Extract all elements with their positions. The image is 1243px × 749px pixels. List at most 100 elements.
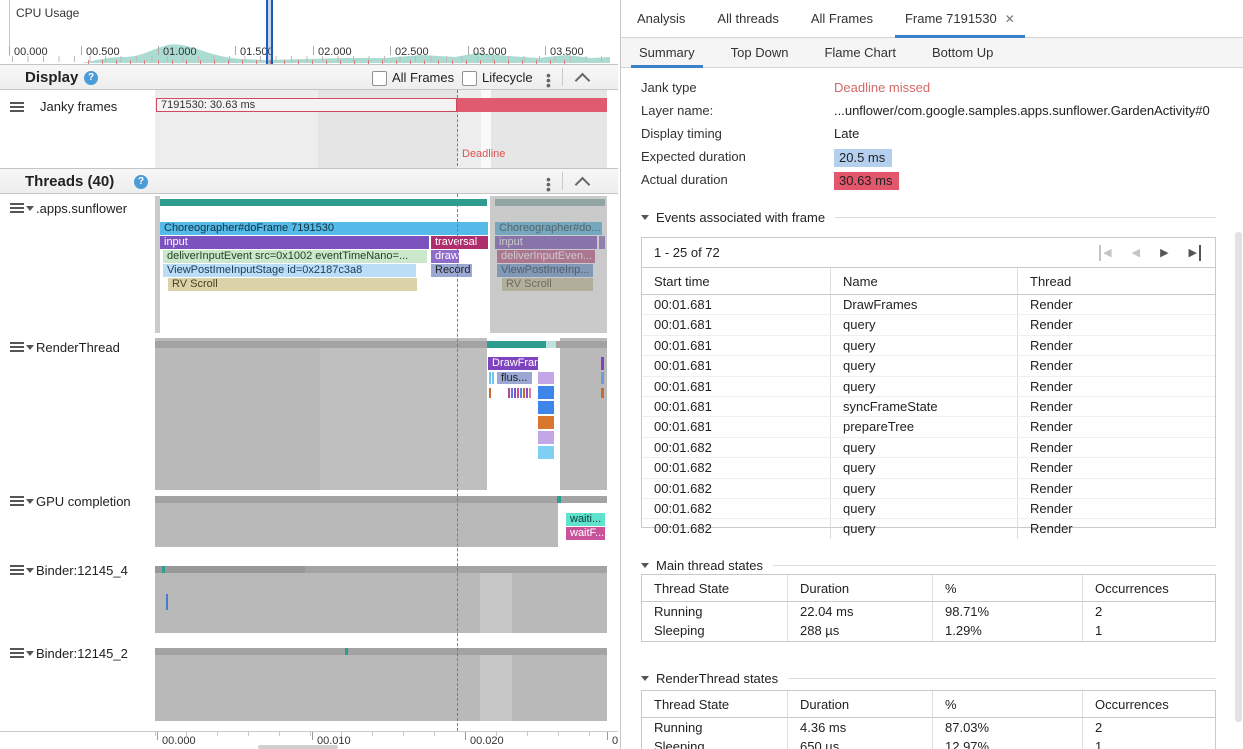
- trace-event-fragment[interactable]: [517, 388, 519, 398]
- collapse-triangle-icon[interactable]: [641, 563, 649, 568]
- trace-event-deliver-input[interactable]: deliverInputEvent src=0x1002 eventTimeNa…: [163, 250, 427, 263]
- table-row[interactable]: 00:01.682queryRender: [642, 437, 1215, 457]
- thread-tracks-canvas[interactable]: Choreographer#doFrame 7191530 input trav…: [155, 194, 607, 731]
- trace-event-fragment[interactable]: [526, 388, 528, 398]
- collapse-triangle-icon[interactable]: [641, 676, 649, 681]
- trace-event-fragment[interactable]: [520, 388, 522, 398]
- thread-label-binder-2[interactable]: Binder:12145_2: [36, 646, 128, 661]
- thread-label-renderthread[interactable]: RenderThread: [36, 340, 120, 355]
- trace-event-fragment[interactable]: [489, 372, 491, 384]
- trace-event-fragment[interactable]: [489, 388, 491, 398]
- trace-event-waiting[interactable]: waiti...: [566, 513, 605, 526]
- last-page-icon[interactable]: ▶: [1189, 245, 1201, 261]
- trace-event-rv-scroll[interactable]: RV Scroll: [168, 278, 417, 291]
- trace-event-block[interactable]: [538, 401, 554, 414]
- expand-caret-icon[interactable]: [26, 345, 34, 350]
- trace-event-waitfence[interactable]: waitF...: [566, 527, 605, 540]
- threads-kebab-menu-icon[interactable]: [546, 177, 550, 193]
- janky-frame-bar[interactable]: 7191530: 30.63 ms: [156, 98, 457, 112]
- thread-label-sunflower[interactable]: .apps.sunflower: [36, 201, 127, 216]
- trace-event-block[interactable]: [538, 386, 554, 399]
- drag-handle-icon[interactable]: [10, 203, 24, 213]
- tab-frame-7191530[interactable]: Frame 7191530✕: [889, 0, 1031, 38]
- trace-event-fragment[interactable]: [508, 388, 510, 398]
- vertical-scrollbar[interactable]: [1235, 232, 1242, 722]
- trace-event-record[interactable]: Record ...: [431, 264, 472, 277]
- table-row[interactable]: 00:01.682queryRender: [642, 478, 1215, 498]
- trace-event-fragment[interactable]: [523, 388, 525, 398]
- subtab-flame-chart[interactable]: Flame Chart: [806, 38, 914, 68]
- main-thread-states-header[interactable]: Main thread states: [641, 557, 1216, 573]
- first-page-icon[interactable]: ◀: [1099, 245, 1111, 261]
- subtab-bottom-up[interactable]: Bottom Up: [914, 38, 1011, 68]
- trace-event-drawframes[interactable]: DrawFram...: [488, 357, 538, 370]
- table-row[interactable]: 00:01.682queryRender: [642, 457, 1215, 477]
- trace-event-fragment[interactable]: [538, 372, 554, 384]
- drag-handle-icon[interactable]: [10, 496, 24, 506]
- janky-frame-overrun-bar[interactable]: [457, 98, 607, 112]
- table-row[interactable]: 00:01.681queryRender: [642, 355, 1215, 375]
- thread-label-gpu-completion[interactable]: GPU completion: [36, 494, 131, 509]
- drag-handle-icon[interactable]: [10, 102, 24, 112]
- threads-collapse-chevron-icon[interactable]: [575, 177, 591, 193]
- subtab-summary[interactable]: Summary: [621, 38, 713, 68]
- trace-event-choreographer[interactable]: Choreographer#doFrame 7191530: [160, 222, 488, 235]
- expand-caret-icon[interactable]: [26, 206, 34, 211]
- trace-event-viewpostime[interactable]: ViewPostImeInputStage id=0x2187c3a8: [163, 264, 416, 277]
- table-row[interactable]: 00:01.681queryRender: [642, 335, 1215, 355]
- trace-event-fragment[interactable]: [492, 372, 494, 384]
- horizontal-scrollbar[interactable]: [258, 745, 338, 749]
- close-tab-icon[interactable]: ✕: [1005, 12, 1015, 26]
- trace-event-fragment[interactable]: [601, 388, 604, 398]
- table-header-row[interactable]: Thread StateDuration%Occurrences: [642, 691, 1215, 718]
- previous-page-icon[interactable]: ◀: [1132, 245, 1140, 261]
- expand-caret-icon[interactable]: [26, 568, 34, 573]
- tab-all-frames[interactable]: All Frames: [795, 0, 889, 38]
- drag-handle-icon[interactable]: [10, 648, 24, 658]
- trace-event-block[interactable]: [538, 431, 554, 444]
- trace-event-fragment[interactable]: [511, 388, 513, 398]
- all-frames-checkbox[interactable]: [372, 71, 387, 86]
- subtab-top-down[interactable]: Top Down: [713, 38, 807, 68]
- trace-event-fragment[interactable]: [601, 357, 604, 370]
- trace-event-block[interactable]: [538, 416, 554, 429]
- help-icon[interactable]: ?: [134, 175, 148, 189]
- table-header-row[interactable]: Thread StateDuration%Occurrences: [642, 575, 1215, 602]
- table-row[interactable]: Running4.36 ms87.03%2: [642, 718, 1215, 737]
- janky-track[interactable]: 7191530: 30.63 ms Deadline: [155, 90, 607, 168]
- table-row[interactable]: Running22.04 ms98.71%2: [642, 602, 1215, 621]
- table-row[interactable]: 00:01.681queryRender: [642, 314, 1215, 334]
- collapse-triangle-icon[interactable]: [641, 215, 649, 220]
- table-row[interactable]: 00:01.681DrawFramesRender: [642, 295, 1215, 314]
- tab-all-threads[interactable]: All threads: [701, 0, 794, 38]
- tab-analysis[interactable]: Analysis: [621, 0, 701, 38]
- trace-event-flush[interactable]: flus...: [497, 372, 532, 384]
- table-row[interactable]: 00:01.681prepareTreeRender: [642, 416, 1215, 436]
- display-kebab-menu-icon[interactable]: [546, 73, 550, 89]
- drag-handle-icon[interactable]: [10, 342, 24, 352]
- trace-event-fragment[interactable]: [601, 372, 604, 384]
- events-section-header[interactable]: Events associated with frame: [641, 209, 1216, 225]
- trace-event-block[interactable]: [538, 446, 554, 459]
- display-collapse-chevron-icon[interactable]: [575, 73, 591, 89]
- table-header-row[interactable]: Start timeNameThread: [642, 268, 1215, 295]
- next-page-icon[interactable]: ▶: [1160, 245, 1168, 261]
- trace-event-fragment[interactable]: [514, 388, 516, 398]
- trace-event-traversal[interactable]: traversal: [431, 236, 488, 249]
- trace-event-fragment[interactable]: [166, 594, 168, 610]
- timeline-selection-marker[interactable]: [266, 0, 273, 64]
- help-icon[interactable]: ?: [84, 71, 98, 85]
- trace-event-input[interactable]: input: [160, 236, 429, 249]
- trace-event-fragment[interactable]: [529, 388, 531, 398]
- table-row[interactable]: 00:01.681queryRender: [642, 376, 1215, 396]
- renderthread-states-header[interactable]: RenderThread states: [641, 670, 1216, 686]
- lifecycle-checkbox[interactable]: [462, 71, 477, 86]
- expand-caret-icon[interactable]: [26, 499, 34, 504]
- table-row[interactable]: 00:01.682queryRender: [642, 518, 1215, 538]
- display-section-header[interactable]: Display ? All Frames Lifecycle: [0, 64, 618, 90]
- threads-section-header[interactable]: Threads (40) ?: [0, 168, 618, 194]
- table-row[interactable]: Sleeping288 µs1.29%1: [642, 621, 1215, 640]
- table-row[interactable]: Sleeping650 µs12.97%1: [642, 737, 1215, 749]
- drag-handle-icon[interactable]: [10, 565, 24, 575]
- thread-label-binder-4[interactable]: Binder:12145_4: [36, 563, 128, 578]
